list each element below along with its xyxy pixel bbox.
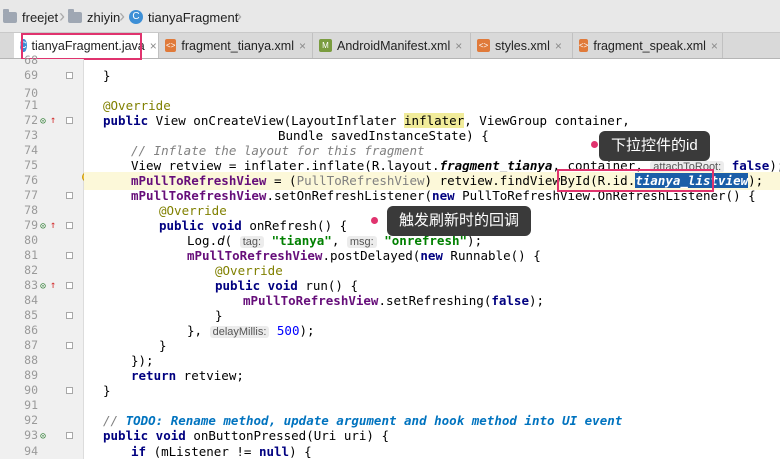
close-icon[interactable]: × (150, 39, 157, 53)
line-number: 69 (24, 68, 38, 82)
tab-fragment-speak-xml[interactable]: <> fragment_speak.xml × (573, 33, 723, 58)
callout-dot (591, 141, 598, 148)
breadcrumb-label: zhiyin (87, 9, 121, 25)
code-line: if (mListener != null) { (131, 444, 312, 459)
tab-androidmanifest-xml[interactable]: M AndroidManifest.xml × (313, 33, 471, 58)
tab-label: styles.xml (495, 38, 550, 53)
fold-marker-icon[interactable] (66, 342, 73, 349)
fold-marker-icon[interactable] (66, 192, 73, 199)
folder-icon (68, 8, 82, 23)
manifest-icon: M (319, 39, 332, 52)
breadcrumb-label: tianyaFragment (148, 9, 239, 25)
editor-gutter: 68 69 70 71 72 73 74 75 76 77 78 79 80 8… (0, 53, 84, 459)
implements-marker-icon[interactable]: ⊙ (40, 218, 46, 236)
fold-marker-icon[interactable] (66, 432, 73, 439)
tab-styles-xml[interactable]: <> styles.xml × (471, 33, 573, 58)
close-icon[interactable]: × (555, 39, 562, 53)
callout-dot (371, 217, 378, 224)
close-icon[interactable]: × (299, 39, 306, 53)
breadcrumb-separator: › (236, 6, 242, 26)
code-line: public void onButtonPressed(Uri uri) { (103, 428, 389, 443)
close-icon[interactable]: × (455, 39, 462, 53)
fold-marker-icon[interactable] (66, 252, 73, 259)
fold-marker-icon[interactable] (66, 312, 73, 319)
breadcrumb-item-zhiyin[interactable]: zhiyin (68, 8, 120, 26)
line-number: 93 (24, 428, 38, 442)
override-up-arrow-icon[interactable]: ↑ (50, 112, 56, 130)
tab-label: AndroidManifest.xml (337, 38, 451, 53)
callout-text: 触发刷新时的回调 (399, 212, 520, 229)
tab-label: fragment_tianya.xml (181, 38, 294, 53)
override-up-arrow-icon[interactable]: ↑ (50, 277, 56, 295)
folder-icon (3, 8, 17, 23)
override-marker-icon[interactable]: ⊙ (40, 113, 46, 131)
editor-tab-bar: C tianyaFragment.java × <> fragment_tian… (0, 33, 780, 59)
fold-marker-icon[interactable] (66, 72, 73, 79)
xml-file-icon: <> (579, 39, 589, 52)
class-icon: C (20, 39, 27, 52)
xml-file-icon: <> (477, 39, 490, 52)
tab-label: fragment_speak.xml (593, 38, 706, 53)
breadcrumb-separator: › (119, 6, 125, 26)
breadcrumb: freejet › zhiyin › C tianyaFragment › (0, 0, 780, 33)
xml-file-icon: <> (165, 39, 177, 52)
callout-pull-control-id: 下拉控件的id (599, 131, 710, 161)
fold-marker-icon[interactable] (66, 387, 73, 394)
callout-refresh-callback: 触发刷新时的回调 (387, 206, 532, 236)
tab-fragment-tianya-xml[interactable]: <> fragment_tianya.xml × (159, 33, 313, 58)
callout-text: 下拉控件的id (611, 137, 698, 154)
breadcrumb-item-freejet[interactable]: freejet (3, 8, 58, 26)
fold-marker-icon[interactable] (66, 222, 73, 229)
line-number: 94 (24, 444, 38, 458)
breadcrumb-item-tianyafragment[interactable]: C tianyaFragment (129, 8, 238, 26)
code-line: } (103, 383, 111, 398)
breadcrumb-separator: › (59, 6, 65, 26)
breadcrumb-label: freejet (22, 9, 59, 25)
class-icon: C (129, 10, 143, 24)
code-line: } (103, 68, 111, 83)
implements-marker-icon[interactable]: ⊙ (40, 428, 46, 446)
code-editor[interactable]: } @Override public View onCreateView(Lay… (84, 59, 780, 459)
override-up-arrow-icon[interactable]: ↑ (50, 217, 56, 235)
implements-marker-icon[interactable]: ⊙ (40, 278, 46, 296)
fold-marker-icon[interactable] (66, 117, 73, 124)
tab-label: tianyaFragment.java (31, 38, 145, 53)
fold-marker-icon[interactable] (66, 282, 73, 289)
close-icon[interactable]: × (711, 39, 718, 53)
